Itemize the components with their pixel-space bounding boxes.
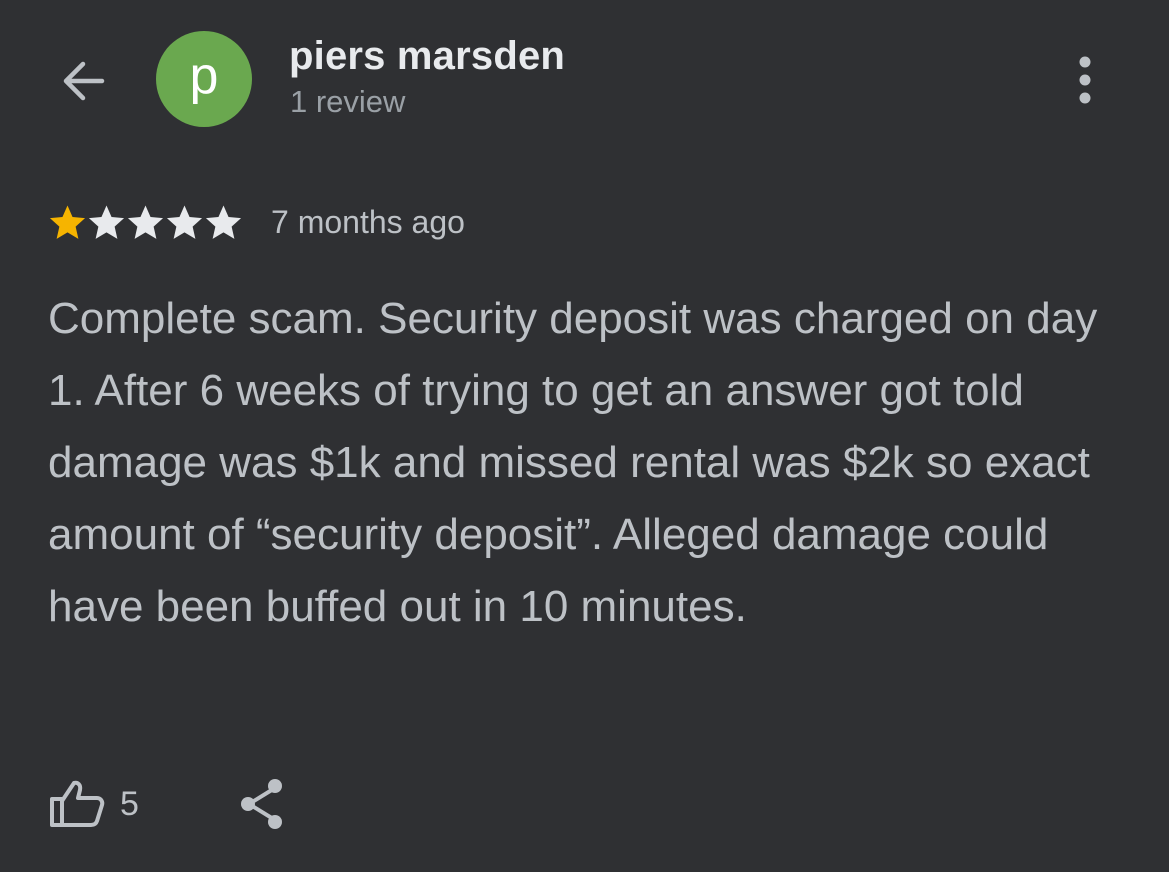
share-icon (240, 779, 282, 829)
star-empty-icon (88, 204, 125, 239)
thumbs-up-icon (50, 780, 105, 827)
star-empty-icon (205, 204, 242, 239)
back-button[interactable] (52, 50, 114, 112)
review-time: 7 months ago (271, 203, 465, 240)
star-rating (48, 203, 243, 242)
avatar[interactable]: p (156, 31, 252, 127)
star-empty-icon (127, 204, 164, 239)
share-button[interactable] (237, 777, 287, 831)
like-button[interactable]: 5 (48, 779, 139, 829)
star-empty-icon (166, 204, 203, 239)
review-actions: 5 (48, 772, 287, 836)
more-vertical-icon (1079, 56, 1091, 104)
review-text: Complete scam. Security deposit was char… (48, 294, 1098, 631)
review-detail-page: p piers marsden 1 review 7 months ago Co… (0, 0, 1169, 872)
review-count: 1 review (290, 84, 406, 119)
arrow-left-icon (63, 61, 105, 101)
rating-row: 7 months ago (48, 198, 465, 246)
like-count: 5 (120, 784, 139, 823)
star-filled-icon (49, 204, 86, 239)
more-options-button[interactable] (1060, 50, 1110, 110)
user-name[interactable]: piers marsden (289, 34, 565, 79)
